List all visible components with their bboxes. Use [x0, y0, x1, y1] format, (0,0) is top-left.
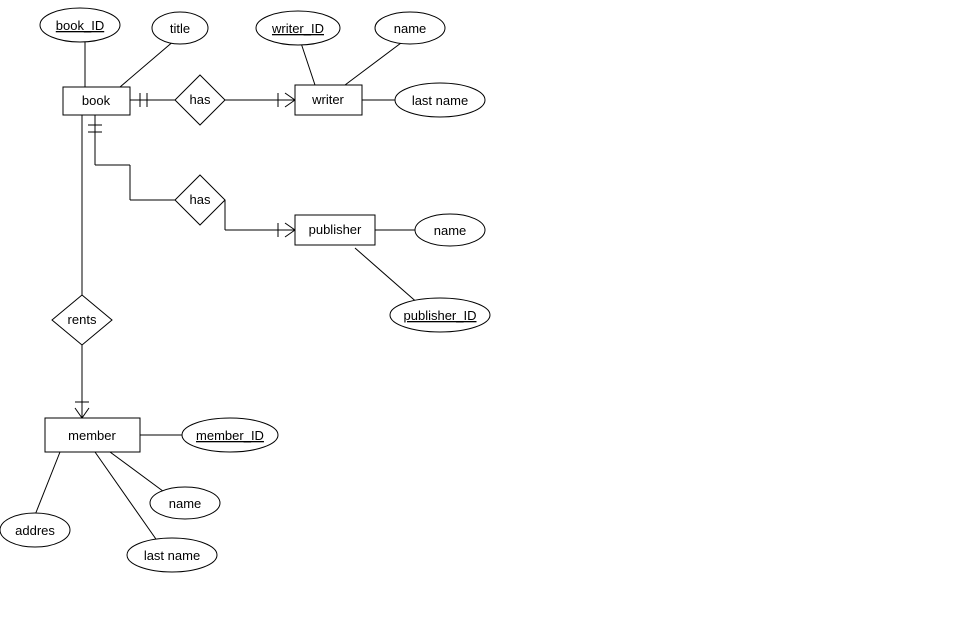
- relationship-has2-label: has: [190, 192, 211, 207]
- entity-writer-label: writer: [311, 92, 344, 107]
- attribute-publisher-name-label: name: [434, 223, 467, 238]
- entity-publisher-label: publisher: [309, 222, 362, 237]
- relationship-rents-label: rents: [68, 312, 97, 327]
- attribute-publisher-id-label: publisher_ID: [404, 308, 477, 323]
- edge-title-book: [120, 40, 175, 87]
- attribute-writer-lastname-label: last name: [412, 93, 468, 108]
- attribute-member-address-label: addres: [15, 523, 55, 538]
- attribute-member-id-label: member_ID: [196, 428, 264, 443]
- edge-writerid-writer: [300, 40, 315, 85]
- attribute-title-label: title: [170, 21, 190, 36]
- relationship-has1-label: has: [190, 92, 211, 107]
- entity-book-label: book: [82, 93, 111, 108]
- edge-writername-writer: [345, 40, 405, 85]
- attribute-writer-id-label: writer_ID: [271, 21, 324, 36]
- attribute-member-lastname-label: last name: [144, 548, 200, 563]
- attribute-member-name-label: name: [169, 496, 202, 511]
- entity-member-label: member: [68, 428, 116, 443]
- edge-member-address: [35, 452, 60, 515]
- er-diagram: book writer publisher member has has ren…: [0, 0, 962, 637]
- attribute-writer-name-label: name: [394, 21, 427, 36]
- attribute-book-id-label: book_ID: [56, 18, 104, 33]
- edge-publisher-id: [355, 248, 420, 305]
